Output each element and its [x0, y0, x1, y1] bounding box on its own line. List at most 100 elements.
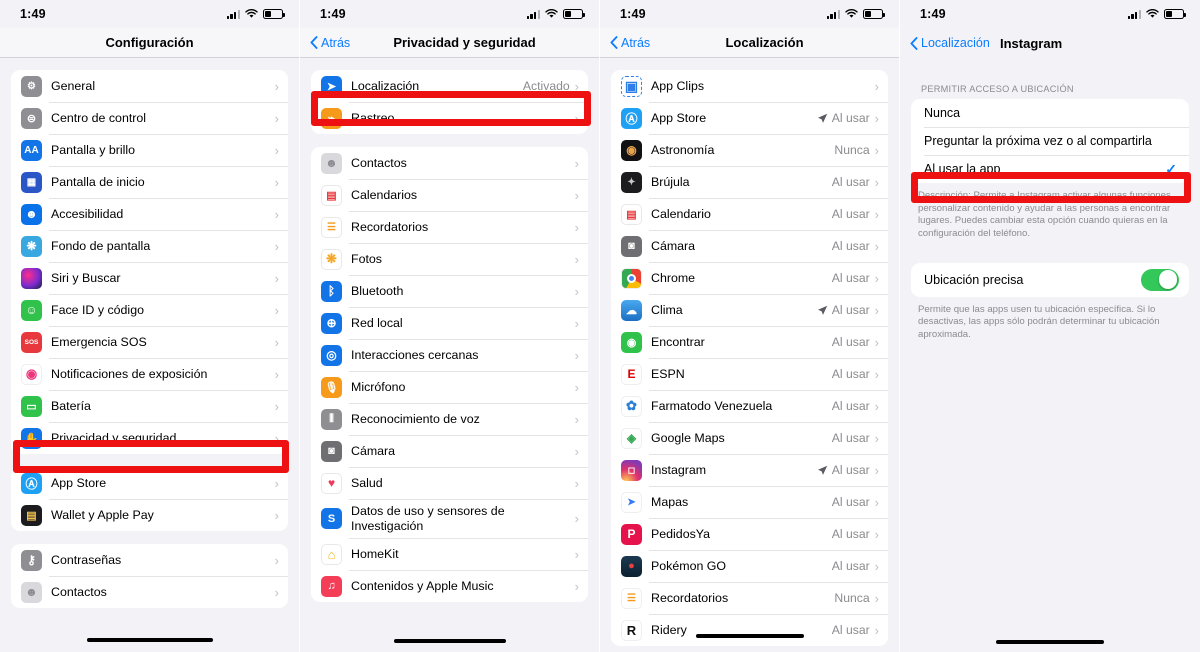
list-item-red-local[interactable]: ⊕ Red local › [311, 307, 588, 339]
list-item-contactos[interactable]: ☻ Contactos › [311, 147, 588, 179]
chevron-right-icon: › [874, 590, 879, 606]
sidebar-item-emergency-sos[interactable]: SOS Emergencia SOS › [11, 326, 288, 358]
list-item-interacciones-cercanas[interactable]: ◎ Interacciones cercanas › [311, 339, 588, 371]
nav-bar-settings: Configuración [0, 28, 299, 58]
list-item-pedidosya[interactable]: P PedidosYa Al usar › [611, 518, 888, 550]
chevron-right-icon: › [574, 411, 579, 427]
location-apps-list[interactable]: ▣ App Clips › Ⓐ App Store Al usar › ◉ As… [600, 58, 899, 652]
sidebar-item-app-store[interactable]: Ⓐ App Store › [11, 467, 288, 499]
back-button[interactable]: Localización [900, 36, 990, 50]
list-item-localizacion[interactable]: ➤ Localización Activado › [311, 70, 588, 102]
instagram-location-settings[interactable]: PERMITIR ACCESO A UBICACIÓN Nunca Pregun… [900, 58, 1200, 652]
sidebar-item-home-screen[interactable]: ▦ Pantalla de inicio › [11, 166, 288, 198]
row-label: Mapas [651, 494, 689, 509]
list-item-microfono[interactable]: 🎙 Micrófono › [311, 371, 588, 403]
status-time: 1:49 [620, 7, 646, 21]
instagram-icon: ◻ [621, 459, 642, 481]
settings-group-3: ⚷ Contraseñas › ☻ Contactos › [11, 544, 288, 608]
list-item-encontrar[interactable]: ◉ Encontrar Al usar › [611, 326, 888, 358]
location-arrow-indicator-icon [817, 305, 828, 316]
list-item-calendario[interactable]: ▤ Calendario Al usar › [611, 198, 888, 230]
screenshot-root: 1:49 Configuración ⚙ General › ⊜ Centro … [0, 0, 1200, 652]
list-item-app-clips[interactable]: ▣ App Clips › [611, 70, 888, 102]
back-button[interactable]: Atrás [300, 36, 350, 50]
battery-settings-icon: ▭ [21, 395, 42, 417]
sidebar-item-face-id[interactable]: ☺ Face ID y código › [11, 294, 288, 326]
battery-icon [863, 9, 885, 19]
precise-location-toggle[interactable] [1141, 268, 1179, 291]
row-label: Siri y Buscar [51, 270, 121, 285]
list-item-rastreo[interactable]: ⌁ Rastreo › [311, 102, 588, 134]
list-item-camara[interactable]: ◙ Cámara › [311, 435, 588, 467]
sidebar-item-accessibility[interactable]: ☻ Accesibilidad › [11, 198, 288, 230]
location-arrow-icon: ➤ [321, 75, 342, 97]
row-label: Localización [351, 78, 420, 93]
sidebar-item-wallet[interactable]: ▤ Wallet y Apple Pay › [11, 499, 288, 531]
list-item-clima[interactable]: ☁ Clima Al usar › [611, 294, 888, 326]
list-item-pokemon-go[interactable]: ● Pokémon GO Al usar › [611, 550, 888, 582]
sidebar-item-control-center[interactable]: ⊜ Centro de control › [11, 102, 288, 134]
list-item-ridery[interactable]: R Ridery Al usar › [611, 614, 888, 646]
list-item-apple-music[interactable]: ♫ Contenidos y Apple Music › [311, 570, 588, 602]
list-item-brujula[interactable]: ✦ Brújula Al usar › [611, 166, 888, 198]
precise-location-row[interactable]: Ubicación precisa [911, 263, 1189, 297]
sidebar-item-exposure-notifications[interactable]: ◉ Notificaciones de exposición › [11, 358, 288, 390]
list-item-astronomia[interactable]: ◉ Astronomía Nunca › [611, 134, 888, 166]
settings-group-1: ⚙ General › ⊜ Centro de control › AA Pan… [11, 70, 288, 454]
list-item-google-maps[interactable]: ◈ Google Maps Al usar › [611, 422, 888, 454]
list-item-salud[interactable]: ♥ Salud › [311, 467, 588, 499]
list-item-chrome[interactable]: Chrome Al usar › [611, 262, 888, 294]
pedidosya-icon: P [621, 523, 642, 545]
list-item-recordatorios[interactable]: ☰ Recordatorios Nunca › [611, 582, 888, 614]
choice-al-usar-la-app[interactable]: Al usar la app ✓ [911, 155, 1189, 183]
choice-preguntar-la-proxima-vez[interactable]: Preguntar la próxima vez o al compartirl… [911, 127, 1189, 155]
row-label: Notificaciones de exposición [51, 366, 208, 381]
list-item-homekit[interactable]: ⌂ HomeKit › [311, 538, 588, 570]
sidebar-item-privacy-security[interactable]: ✋ Privacidad y seguridad › [11, 422, 288, 454]
battery-icon [1164, 9, 1186, 19]
sidebar-item-wallpaper[interactable]: ❋ Fondo de pantalla › [11, 230, 288, 262]
chevron-right-icon: › [874, 206, 879, 222]
status-indicators [1127, 9, 1186, 19]
apple-maps-icon: ➤ [621, 491, 642, 513]
list-item-mapas[interactable]: ➤ Mapas Al usar › [611, 486, 888, 518]
sidebar-item-display[interactable]: AA Pantalla y brillo › [11, 134, 288, 166]
list-item-reconocimiento-de-voz[interactable]: ⦀ Reconocimiento de voz › [311, 403, 588, 435]
row-value: Al usar [831, 271, 870, 285]
sidebar-item-siri[interactable]: Siri y Buscar › [11, 262, 288, 294]
choice-nunca[interactable]: Nunca [911, 99, 1189, 127]
farmatodo-icon: ✿ [621, 395, 642, 417]
row-label: Recordatorios [351, 219, 429, 234]
chevron-right-icon: › [874, 494, 879, 510]
find-my-icon: ◉ [621, 331, 642, 353]
chevron-right-icon: › [874, 526, 879, 542]
back-label: Atrás [621, 35, 651, 50]
app-store-icon: Ⓐ [21, 472, 42, 494]
settings-list[interactable]: ⚙ General › ⊜ Centro de control › AA Pan… [0, 58, 299, 652]
row-label: Datos de uso y sensores de Investigación [351, 504, 505, 533]
control-center-icon: ⊜ [21, 107, 42, 129]
row-label: Interacciones cercanas [351, 347, 479, 362]
list-item-espn[interactable]: E ESPN Al usar › [611, 358, 888, 390]
list-item-fotos[interactable]: ❋ Fotos › [311, 243, 588, 275]
back-button[interactable]: Atrás [600, 36, 650, 50]
sidebar-item-general[interactable]: ⚙ General › [11, 70, 288, 102]
list-item-camara[interactable]: ◙ Cámara Al usar › [611, 230, 888, 262]
list-item-instagram[interactable]: ◻ Instagram Al usar › [611, 454, 888, 486]
list-item-datos-investigacion[interactable]: S Datos de uso y sensores de Investigaci… [311, 499, 588, 538]
list-item-calendarios[interactable]: ▤ Calendarios › [311, 179, 588, 211]
row-label: Contenidos y Apple Music [351, 578, 494, 593]
list-item-farmatodo[interactable]: ✿ Farmatodo Venezuela Al usar › [611, 390, 888, 422]
sidebar-item-passwords[interactable]: ⚷ Contraseñas › [11, 544, 288, 576]
chevron-right-icon: › [274, 110, 279, 126]
list-item-recordatorios[interactable]: ☰ Recordatorios › [311, 211, 588, 243]
privacy-list[interactable]: ➤ Localización Activado › ⌁ Rastreo › ☻ … [300, 58, 599, 652]
list-item-bluetooth[interactable]: ᛒ Bluetooth › [311, 275, 588, 307]
chevron-right-icon: › [274, 302, 279, 318]
sidebar-item-battery[interactable]: ▭ Batería › [11, 390, 288, 422]
row-value: Activado [522, 79, 570, 93]
chevron-left-icon [610, 36, 618, 49]
sidebar-item-contacts[interactable]: ☻ Contactos › [11, 576, 288, 608]
list-item-app-store[interactable]: Ⓐ App Store Al usar › [611, 102, 888, 134]
ridery-icon: R [621, 619, 642, 641]
